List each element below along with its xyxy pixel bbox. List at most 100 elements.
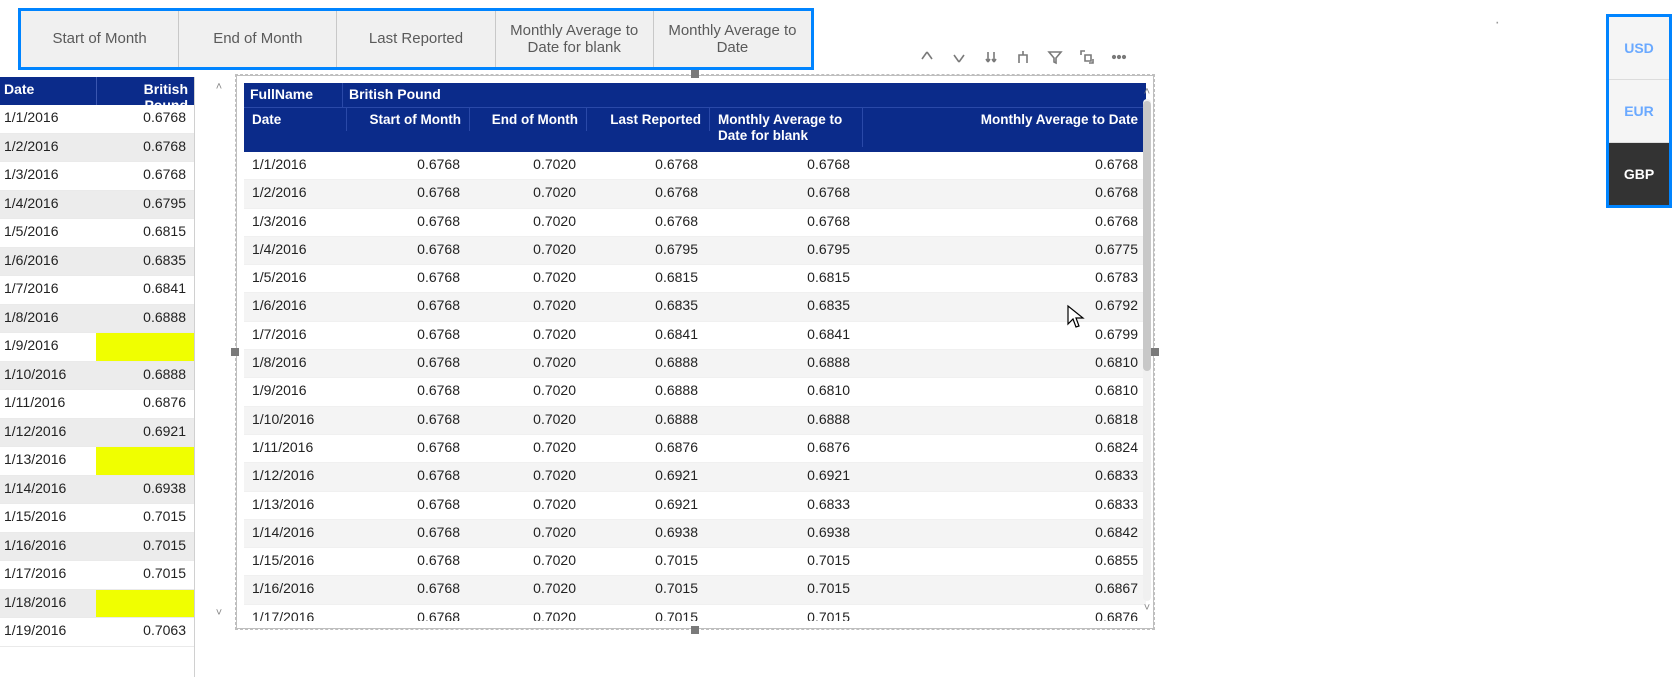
table-row[interactable]: 1/4/20160.67680.70200.67950.67950.6775 <box>244 237 1146 265</box>
cell-date: 1/13/2016 <box>0 447 96 475</box>
more-icon[interactable] <box>1110 48 1128 66</box>
slicer-tab-2[interactable]: Last Reported <box>337 11 495 67</box>
cell-date: 1/17/2016 <box>0 561 96 589</box>
table-row[interactable]: 1/10/20160.6888 <box>0 362 194 391</box>
table-row[interactable]: 1/6/20160.6835 <box>0 248 194 277</box>
slicer-tab-3[interactable]: Monthly Average to Date for blank <box>496 11 654 67</box>
drill-down-icon[interactable] <box>950 48 968 66</box>
scroll-thumb[interactable] <box>1143 101 1151 371</box>
table-row[interactable]: 1/7/20160.6841 <box>0 276 194 305</box>
cell-value: 0.6768 <box>346 492 468 519</box>
currency-option-eur[interactable]: EUR <box>1609 80 1669 143</box>
scroll-down-icon[interactable]: ˅ <box>1139 601 1155 615</box>
cell-date: 1/1/2016 <box>244 152 346 179</box>
matrix-scrollbar[interactable]: ˄ ˅ <box>1139 85 1155 615</box>
resize-handle-left[interactable] <box>231 348 239 356</box>
cell-date: 1/5/2016 <box>0 219 96 247</box>
cell-date: 1/3/2016 <box>244 209 346 236</box>
table-row[interactable]: 1/11/20160.6876 <box>0 390 194 419</box>
table-row[interactable]: 1/13/20160.67680.70200.69210.68330.6833 <box>244 492 1146 520</box>
table-row[interactable]: 1/12/20160.6921 <box>0 419 194 448</box>
matrix-visual[interactable]: FullName British Pound DateStart of Mont… <box>235 74 1155 630</box>
table-row[interactable]: 1/17/20160.67680.70200.70150.70150.6876 <box>244 605 1146 621</box>
table-row[interactable]: 1/8/20160.6888 <box>0 305 194 334</box>
drill-up-icon[interactable] <box>918 48 936 66</box>
table-row[interactable]: 1/13/2016 <box>0 447 194 476</box>
cell-value: 0.7020 <box>468 322 584 349</box>
table-row[interactable]: 1/16/20160.7015 <box>0 533 194 562</box>
matrix-col-header-4[interactable]: Monthly Average to Date for blank <box>710 108 863 147</box>
currency-option-gbp[interactable]: GBP <box>1609 143 1669 205</box>
resize-handle-bottom[interactable] <box>691 626 699 634</box>
hierarchy-icon[interactable] <box>1014 48 1032 66</box>
slicer-tab-1[interactable]: End of Month <box>179 11 337 67</box>
matrix-row-header-label[interactable]: FullName <box>244 83 343 107</box>
matrix-col-header-2[interactable]: End of Month <box>470 108 587 131</box>
scroll-down-icon[interactable]: ˅ <box>210 606 228 620</box>
cell-date: 1/19/2016 <box>0 618 96 646</box>
cell-value: 0.6768 <box>346 605 468 621</box>
cell-value: 0.7015 <box>706 576 858 603</box>
matrix-col-header-5[interactable]: Monthly Average to Date <box>863 108 1146 131</box>
cell-value: 0.6768 <box>346 237 468 264</box>
cell-value: 0.6768 <box>346 350 468 377</box>
cell-value: 0.7015 <box>96 533 194 561</box>
table-row[interactable]: 1/5/20160.6815 <box>0 219 194 248</box>
table-row[interactable]: 1/18/2016 <box>0 590 194 619</box>
filter-icon[interactable] <box>1046 48 1064 66</box>
cell-date: 1/11/2016 <box>244 435 346 462</box>
focus-icon[interactable] <box>1078 48 1096 66</box>
table-row[interactable]: 1/15/20160.67680.70200.70150.70150.6855 <box>244 548 1146 576</box>
slicer-tab-4[interactable]: Monthly Average to Date <box>654 11 811 67</box>
table-row[interactable]: 1/2/20160.67680.70200.67680.67680.6768 <box>244 180 1146 208</box>
cell-value: 0.6876 <box>706 435 858 462</box>
cell-value: 0.6876 <box>96 390 194 418</box>
matrix-col-header-0[interactable]: Date <box>244 108 347 131</box>
table-row[interactable]: 1/6/20160.67680.70200.68350.68350.6792 <box>244 293 1146 321</box>
matrix-header: FullName British Pound DateStart of Mont… <box>244 83 1146 152</box>
matrix-col-header-1[interactable]: Start of Month <box>347 108 470 131</box>
matrix-col-header-3[interactable]: Last Reported <box>587 108 710 131</box>
table-row[interactable]: 1/11/20160.67680.70200.68760.68760.6824 <box>244 435 1146 463</box>
slicer-tab-0[interactable]: Start of Month <box>21 11 179 67</box>
scroll-up-icon[interactable]: ˄ <box>1139 85 1155 99</box>
table-row[interactable]: 1/14/20160.6938 <box>0 476 194 505</box>
table-row[interactable]: 1/2/20160.6768 <box>0 134 194 163</box>
table-row[interactable]: 1/3/20160.6768 <box>0 162 194 191</box>
left-header-date[interactable]: Date <box>0 77 97 105</box>
currency-option-usd[interactable]: USD <box>1609 17 1669 80</box>
table-row[interactable]: 1/15/20160.7015 <box>0 504 194 533</box>
table-row[interactable]: 1/7/20160.67680.70200.68410.68410.6799 <box>244 322 1146 350</box>
expand-all-icon[interactable] <box>982 48 1000 66</box>
table-row[interactable]: 1/3/20160.67680.70200.67680.67680.6768 <box>244 209 1146 237</box>
cell-value: 0.6921 <box>584 492 706 519</box>
scroll-up-icon[interactable]: ˄ <box>210 80 228 94</box>
table-row[interactable]: 1/10/20160.67680.70200.68880.68880.6818 <box>244 407 1146 435</box>
table-row[interactable]: 1/8/20160.67680.70200.68880.68880.6810 <box>244 350 1146 378</box>
table-row[interactable]: 1/5/20160.67680.70200.68150.68150.6783 <box>244 265 1146 293</box>
table-row[interactable]: 1/16/20160.67680.70200.70150.70150.6867 <box>244 576 1146 604</box>
table-row[interactable]: 1/14/20160.67680.70200.69380.69380.6842 <box>244 520 1146 548</box>
table-row[interactable]: 1/12/20160.67680.70200.69210.69210.6833 <box>244 463 1146 491</box>
resize-handle-top[interactable] <box>691 70 699 78</box>
table-row[interactable]: 1/9/20160.67680.70200.68880.68100.6810 <box>244 378 1146 406</box>
cell-value: 0.6768 <box>584 209 706 236</box>
measure-slicer[interactable]: Start of MonthEnd of MonthLast ReportedM… <box>18 8 814 70</box>
cell-value: 0.6841 <box>706 322 858 349</box>
table-row[interactable]: 1/4/20160.6795 <box>0 191 194 220</box>
table-row[interactable]: 1/1/20160.6768 <box>0 105 194 134</box>
table-row[interactable]: 1/1/20160.67680.70200.67680.67680.6768 <box>244 152 1146 180</box>
table-row[interactable]: 1/17/20160.7015 <box>0 561 194 590</box>
matrix-column-group-label[interactable]: British Pound <box>343 83 1146 107</box>
table-row[interactable]: 1/19/20160.7063 <box>0 618 194 647</box>
cell-value: 0.7020 <box>468 520 584 547</box>
cell-value: 0.6815 <box>706 265 858 292</box>
table-row[interactable]: 1/9/2016 <box>0 333 194 362</box>
cell-value: 0.6833 <box>706 492 858 519</box>
cell-value: 0.7015 <box>584 576 706 603</box>
left-header-value[interactable]: British Pound <box>97 77 194 105</box>
left-table-scrollbar[interactable]: ˄ ˅ <box>210 80 228 620</box>
currency-slicer[interactable]: USDEURGBP <box>1606 14 1672 208</box>
cell-value: 0.6768 <box>346 576 468 603</box>
cell-value: 0.6921 <box>96 419 194 447</box>
